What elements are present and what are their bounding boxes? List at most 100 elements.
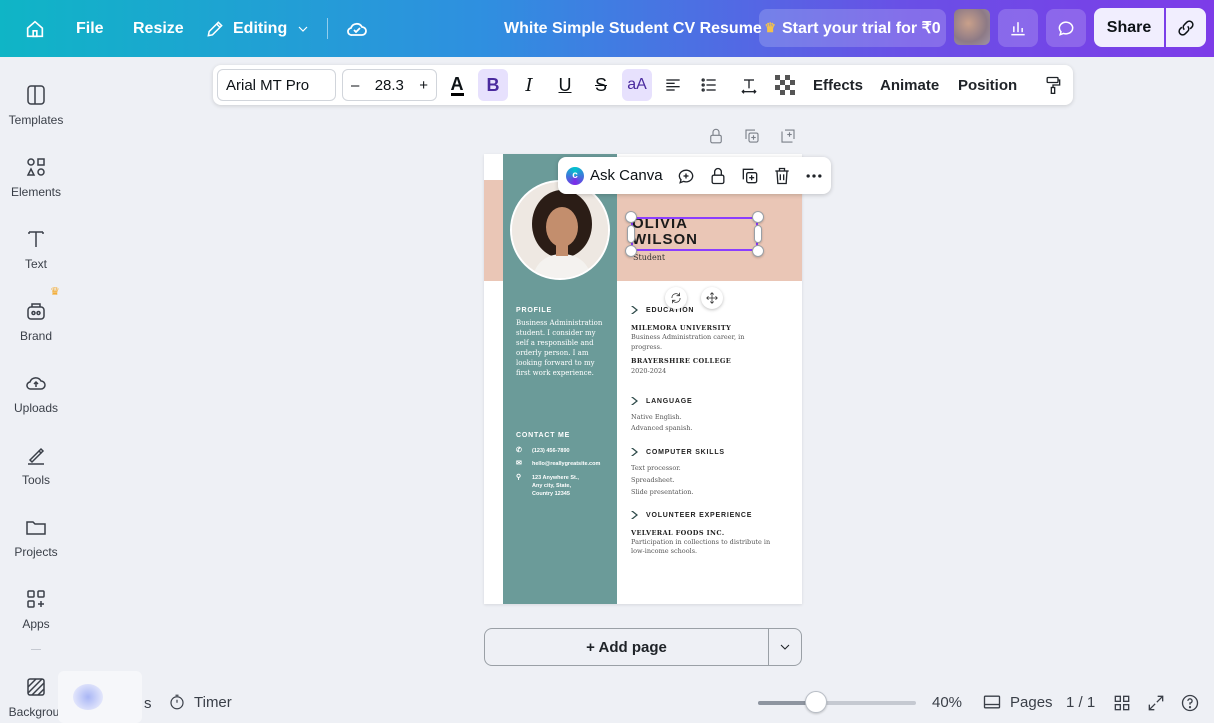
spacing-button[interactable] — [734, 69, 764, 101]
insights-button[interactable] — [998, 9, 1038, 47]
volunteer-text[interactable]: Participation in collections to distribu… — [631, 538, 771, 556]
selection-box[interactable] — [631, 217, 758, 251]
chevron-right-icon — [631, 397, 638, 405]
ask-canva-button[interactable]: c Ask Canva — [566, 157, 663, 194]
profile-text[interactable]: Business Administration student. I consi… — [516, 318, 606, 378]
sidebar-item-projects[interactable]: Projects — [0, 503, 72, 567]
cloud-save-status[interactable] — [345, 0, 369, 57]
contact-address[interactable]: ⚲ 123 Anywhere St., Any city, State, Cou… — [516, 474, 606, 498]
projects-icon — [26, 521, 46, 535]
fullscreen-button[interactable] — [1146, 693, 1166, 713]
uploads-icon — [26, 377, 46, 390]
underline-button[interactable]: U — [550, 69, 580, 101]
copy-style-button[interactable] — [1038, 69, 1068, 101]
position-button[interactable]: Position — [958, 65, 1017, 105]
effects-button[interactable]: Effects — [813, 65, 863, 105]
italic-button[interactable]: I — [514, 69, 544, 101]
pages-label: Pages — [1010, 693, 1053, 711]
move-handle[interactable] — [701, 287, 723, 309]
grid-view-button[interactable] — [1112, 693, 1132, 713]
zoom-slider-handle[interactable] — [805, 691, 828, 713]
sidebar-item-label: Uploads — [13, 401, 59, 415]
contact-phone[interactable]: ✆ (123) 456-7890 — [516, 447, 570, 455]
bold-button[interactable]: B — [478, 69, 508, 101]
computer-skills-text[interactable]: Text processor. Spreadsheet. Slide prese… — [631, 462, 771, 498]
education-detail-1[interactable]: Business Administration career, in progr… — [631, 332, 756, 352]
duplicate-icon — [745, 129, 759, 143]
language-heading[interactable]: LANGUAGE — [630, 397, 692, 405]
education-school-1[interactable]: MILEMORA UNIVERSITY — [631, 324, 731, 332]
resize-handle-bottom-right[interactable] — [752, 245, 764, 257]
comments-button[interactable] — [1046, 9, 1086, 47]
pages-button[interactable]: Pages — [982, 692, 1053, 712]
file-menu[interactable]: File — [76, 0, 104, 57]
education-detail-2[interactable]: 2020-2024 — [631, 366, 771, 377]
resize-handle-right[interactable] — [754, 225, 762, 243]
language-text[interactable]: Native English. Advanced spanish. — [631, 412, 771, 434]
sidebar-item-apps[interactable]: Apps — [0, 575, 72, 639]
duplicate-page-button[interactable] — [743, 127, 761, 145]
zoom-level[interactable]: 40% — [932, 694, 962, 711]
resize-handle-left[interactable] — [627, 225, 635, 243]
role-text[interactable]: Student — [633, 253, 665, 262]
editing-mode-dropdown[interactable]: Editing — [205, 0, 311, 57]
more-options-button[interactable] — [802, 164, 826, 188]
resize-button[interactable]: Resize — [133, 0, 184, 57]
decrease-font-size-button[interactable]: – — [351, 77, 359, 94]
computer-skills-heading[interactable]: COMPUTER SKILLS — [630, 448, 725, 456]
list-button[interactable] — [694, 69, 724, 101]
duplicate-icon — [742, 168, 758, 184]
zoom-slider[interactable] — [758, 701, 916, 705]
transparency-button[interactable] — [770, 69, 800, 101]
help-button[interactable] — [1180, 693, 1200, 713]
text-color-button[interactable]: A — [442, 69, 472, 101]
add-page-icon-button[interactable] — [779, 127, 797, 145]
rotate-handle[interactable] — [665, 287, 687, 309]
timer-label: Timer — [194, 693, 232, 711]
alignment-button[interactable] — [658, 69, 688, 101]
lock-page-button[interactable] — [707, 127, 725, 145]
document-title[interactable]: White Simple Student CV Resume — [504, 0, 762, 57]
education-heading[interactable]: EDUCATION — [630, 306, 694, 314]
notes-button-label[interactable]: s — [144, 695, 152, 712]
sidebar-item-brand[interactable]: Brand — [0, 287, 72, 351]
add-page-button[interactable]: + Add page — [484, 628, 769, 666]
home-button[interactable] — [24, 0, 48, 57]
volunteer-org[interactable]: VELVERAL FOODS INC. — [631, 529, 725, 537]
resize-handle-top-right[interactable] — [752, 211, 764, 223]
lock-element-button[interactable] — [706, 164, 730, 188]
start-trial-button[interactable]: ♛ Start your trial for ₹0 — [759, 9, 946, 47]
volunteer-heading[interactable]: VOLUNTEER EXPERIENCE — [630, 511, 752, 519]
avatar[interactable] — [954, 9, 990, 45]
profile-heading[interactable]: PROFILE — [516, 307, 552, 314]
timer-button[interactable]: Timer — [168, 693, 232, 711]
resize-handle-bottom-left[interactable] — [625, 245, 637, 257]
copy-link-button[interactable] — [1166, 8, 1206, 47]
education-school-2[interactable]: BRAYERSHIRE COLLEGE — [631, 357, 731, 365]
contact-heading[interactable]: CONTACT ME — [516, 432, 570, 439]
font-size-input[interactable]: 28.3 — [375, 77, 404, 94]
sidebar-item-text[interactable]: Text — [0, 215, 72, 279]
sidebar-item-elements[interactable]: Elements — [0, 143, 72, 207]
resize-handle-top-left[interactable] — [625, 211, 637, 223]
bar-chart-icon — [1011, 22, 1025, 36]
letter-case-icon: aA — [627, 76, 647, 93]
font-family-dropdown[interactable]: Arial MT Pro — [217, 69, 336, 101]
contact-email[interactable]: ✉ hello@reallygreatsite.com — [516, 460, 600, 468]
language-heading-label: LANGUAGE — [646, 397, 693, 405]
letter-case-button[interactable]: aA — [622, 69, 652, 101]
grid-icon — [1114, 695, 1130, 711]
sidebar-item-tools[interactable]: Tools — [0, 431, 72, 495]
strikethrough-button[interactable]: S — [586, 69, 616, 101]
background-icon — [27, 678, 45, 696]
duplicate-element-button[interactable] — [738, 164, 762, 188]
sidebar-item-templates[interactable]: Templates — [0, 71, 72, 135]
add-comment-button[interactable] — [674, 164, 698, 188]
share-button[interactable]: Share — [1094, 8, 1164, 47]
sidebar-item-uploads[interactable]: Uploads — [0, 359, 72, 423]
increase-font-size-button[interactable]: + — [419, 77, 428, 94]
delete-element-button[interactable] — [770, 164, 794, 188]
profile-photo[interactable] — [510, 180, 610, 280]
add-page-dropdown[interactable] — [768, 628, 802, 666]
animate-button[interactable]: Animate — [880, 65, 939, 105]
